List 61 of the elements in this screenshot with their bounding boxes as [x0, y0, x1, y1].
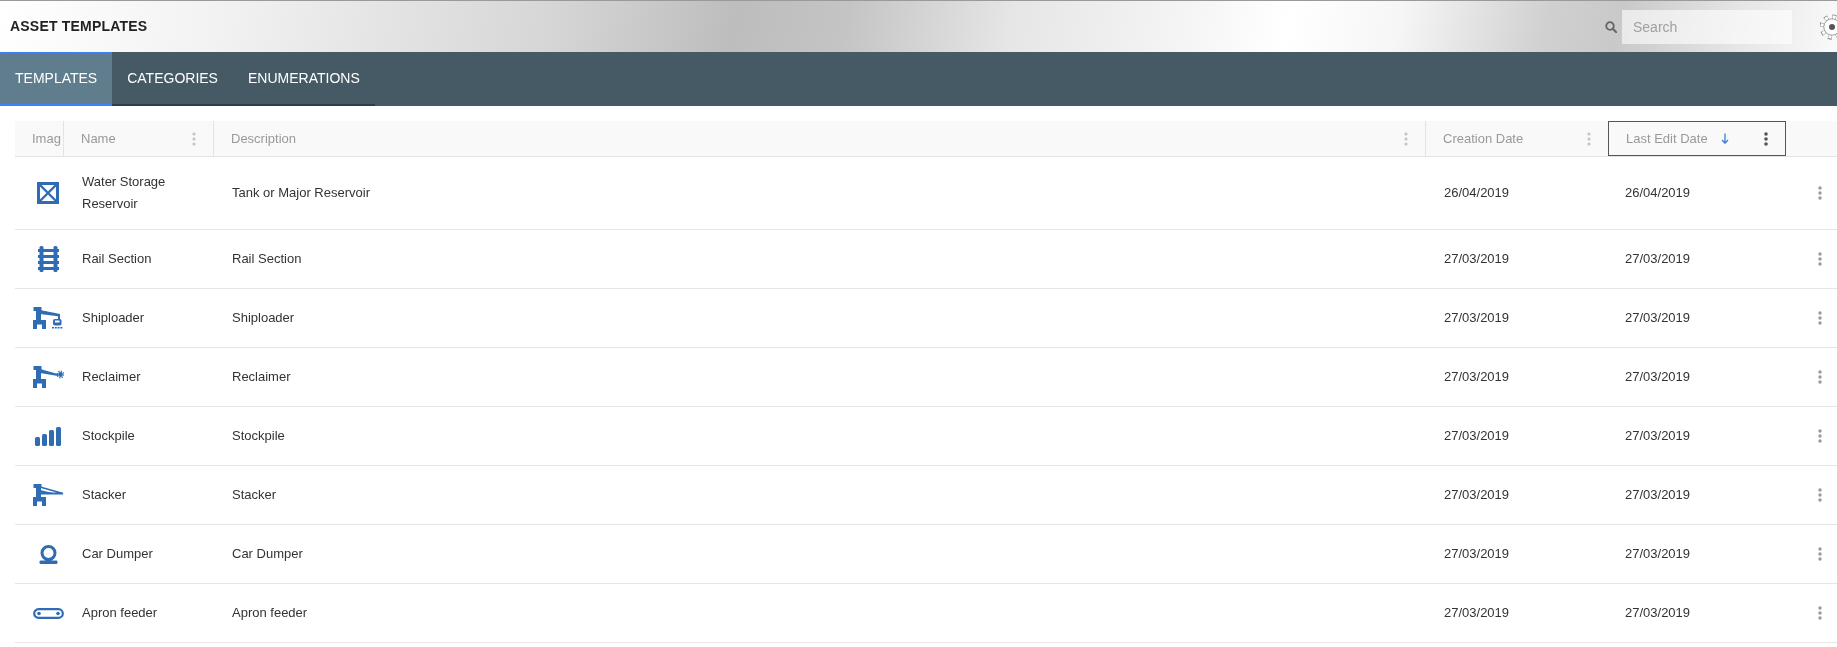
template-name: Car Dumper — [82, 545, 153, 563]
bar-levels-icon — [35, 426, 61, 446]
last-edit-date: 27/03/2019 — [1625, 250, 1691, 268]
creation-date: 27/03/2019 — [1444, 604, 1510, 622]
template-description: Tank or Major Reservoir — [232, 184, 370, 202]
template-description: Rail Section — [232, 250, 302, 268]
creation-date: 27/03/2019 — [1444, 427, 1510, 445]
template-description: Reclaimer — [232, 368, 291, 386]
search-field[interactable]: Search — [1622, 9, 1792, 44]
tab[interactable]: TEMPLATES — [0, 52, 113, 106]
settings-icon[interactable] — [1820, 13, 1837, 40]
template-description: Stockpile — [232, 427, 285, 445]
row-menu-icon[interactable] — [1818, 311, 1822, 325]
last-edit-date: 27/03/2019 — [1625, 309, 1691, 327]
template-description: Apron feeder — [232, 604, 308, 622]
row-menu-icon[interactable] — [1818, 186, 1822, 200]
crane-with-boom-icon — [32, 483, 64, 507]
row-menu-icon[interactable] — [1818, 370, 1822, 384]
page-title: ASSET TEMPLATES — [10, 17, 148, 36]
search-icon — [1605, 20, 1617, 33]
conveyor-belt-icon — [32, 607, 64, 619]
column-header[interactable]: Name — [81, 128, 116, 149]
creation-date: 26/04/2019 — [1444, 184, 1510, 202]
crossed-box-icon — [37, 182, 59, 204]
crane-with-cog-icon — [32, 366, 64, 388]
template-name: Apron feeder — [82, 604, 158, 622]
template-name: Rail Section — [82, 250, 152, 268]
tab[interactable]: ENUMERATIONS — [232, 52, 375, 106]
creation-date: 27/03/2019 — [1444, 486, 1510, 504]
rail-track-icon — [37, 246, 59, 272]
tab[interactable]: CATEGORIES — [112, 52, 233, 106]
template-name: Water Storage Reservoir — [82, 173, 167, 213]
template-name: Shiploader — [82, 309, 145, 327]
last-edit-date: 27/03/2019 — [1625, 545, 1691, 563]
ring-on-base-icon — [37, 544, 59, 564]
column-header[interactable]: Imag — [32, 128, 61, 149]
row-menu-icon[interactable] — [1818, 429, 1822, 443]
creation-date: 27/03/2019 — [1444, 368, 1510, 386]
template-description: Shiploader — [232, 309, 295, 327]
column-menu-icon[interactable] — [1764, 131, 1768, 146]
crane-with-ship-icon — [33, 307, 63, 329]
column-header[interactable]: Last Edit Date — [1626, 128, 1708, 149]
last-edit-date: 27/03/2019 — [1625, 486, 1691, 504]
creation-date: 27/03/2019 — [1444, 250, 1510, 268]
creation-date: 27/03/2019 — [1444, 545, 1510, 563]
template-name: Reclaimer — [82, 368, 141, 386]
last-edit-date: 27/03/2019 — [1625, 604, 1691, 622]
last-edit-date: 27/03/2019 — [1625, 368, 1691, 386]
template-description: Car Dumper — [232, 545, 303, 563]
row-menu-icon[interactable] — [1818, 547, 1822, 561]
column-header[interactable]: Description — [231, 128, 297, 149]
row-menu-icon[interactable] — [1818, 488, 1822, 502]
creation-date: 27/03/2019 — [1444, 309, 1510, 327]
template-name: Stacker — [82, 486, 127, 504]
column-header[interactable]: Creation Date — [1443, 128, 1524, 149]
template-description: Stacker — [232, 486, 277, 504]
row-menu-icon[interactable] — [1818, 606, 1822, 620]
last-edit-date: 26/04/2019 — [1625, 184, 1691, 202]
template-name: Stockpile — [82, 427, 135, 445]
row-menu-icon[interactable] — [1818, 252, 1822, 266]
last-edit-date: 27/03/2019 — [1625, 427, 1691, 445]
